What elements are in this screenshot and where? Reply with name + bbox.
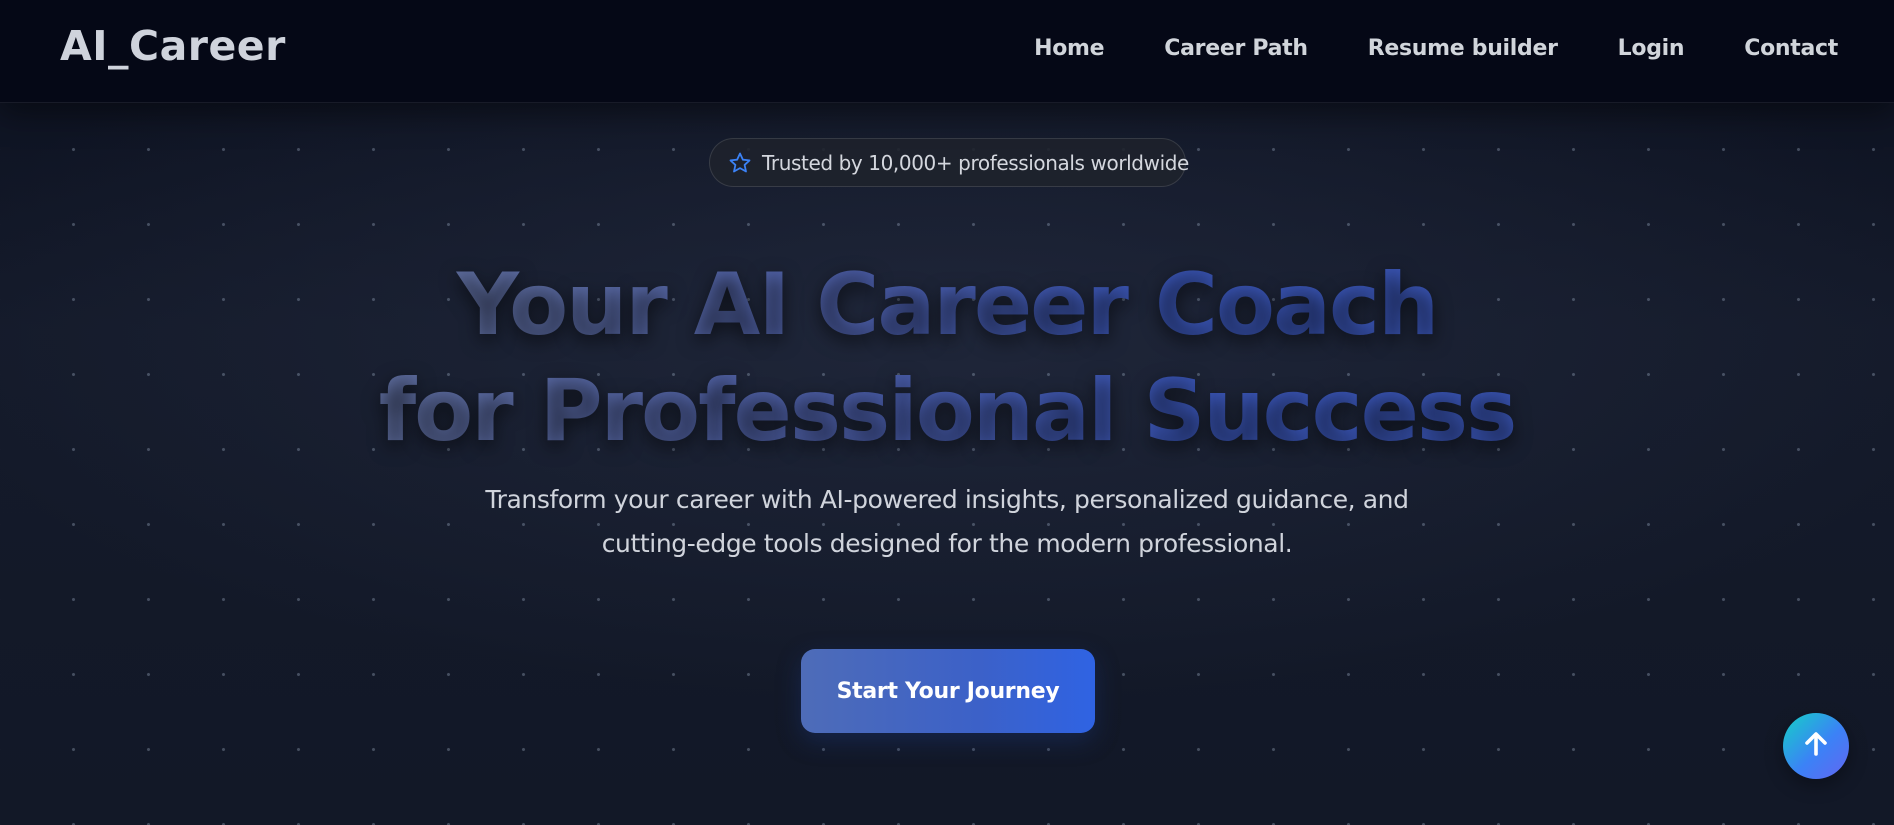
page: AI_Career Home Career Path Resume builde… xyxy=(0,0,1894,825)
main-nav: Home Career Path Resume builder Login Co… xyxy=(1034,38,1838,60)
nav-link-career-path[interactable]: Career Path xyxy=(1164,38,1308,60)
hero-title-line-1: Your AI Career Coach xyxy=(447,252,1447,358)
hero-subtitle: Transform your career with AI-powered in… xyxy=(485,485,1409,558)
nav-link-contact[interactable]: Contact xyxy=(1744,38,1838,60)
hero-title-line-2: for Professional Success xyxy=(372,358,1522,464)
star-icon xyxy=(728,151,752,175)
nav-link-login[interactable]: Login xyxy=(1618,38,1685,60)
navbar: AI_Career Home Career Path Resume builde… xyxy=(0,0,1894,103)
trust-badge: Trusted by 10,000+ professionals worldwi… xyxy=(709,138,1189,187)
arrow-up-icon xyxy=(1801,729,1831,763)
trust-badge-text: Trusted by 10,000+ professionals worldwi… xyxy=(762,150,1189,175)
hero-title: Your AI Career Coach for Professional Su… xyxy=(0,252,1894,464)
scroll-to-top-button[interactable] xyxy=(1783,713,1849,779)
site-logo[interactable]: AI_Career xyxy=(60,26,286,67)
nav-link-resume-builder[interactable]: Resume builder xyxy=(1368,38,1558,60)
start-journey-button[interactable]: Start Your Journey xyxy=(801,649,1095,733)
nav-link-home[interactable]: Home xyxy=(1034,38,1104,60)
